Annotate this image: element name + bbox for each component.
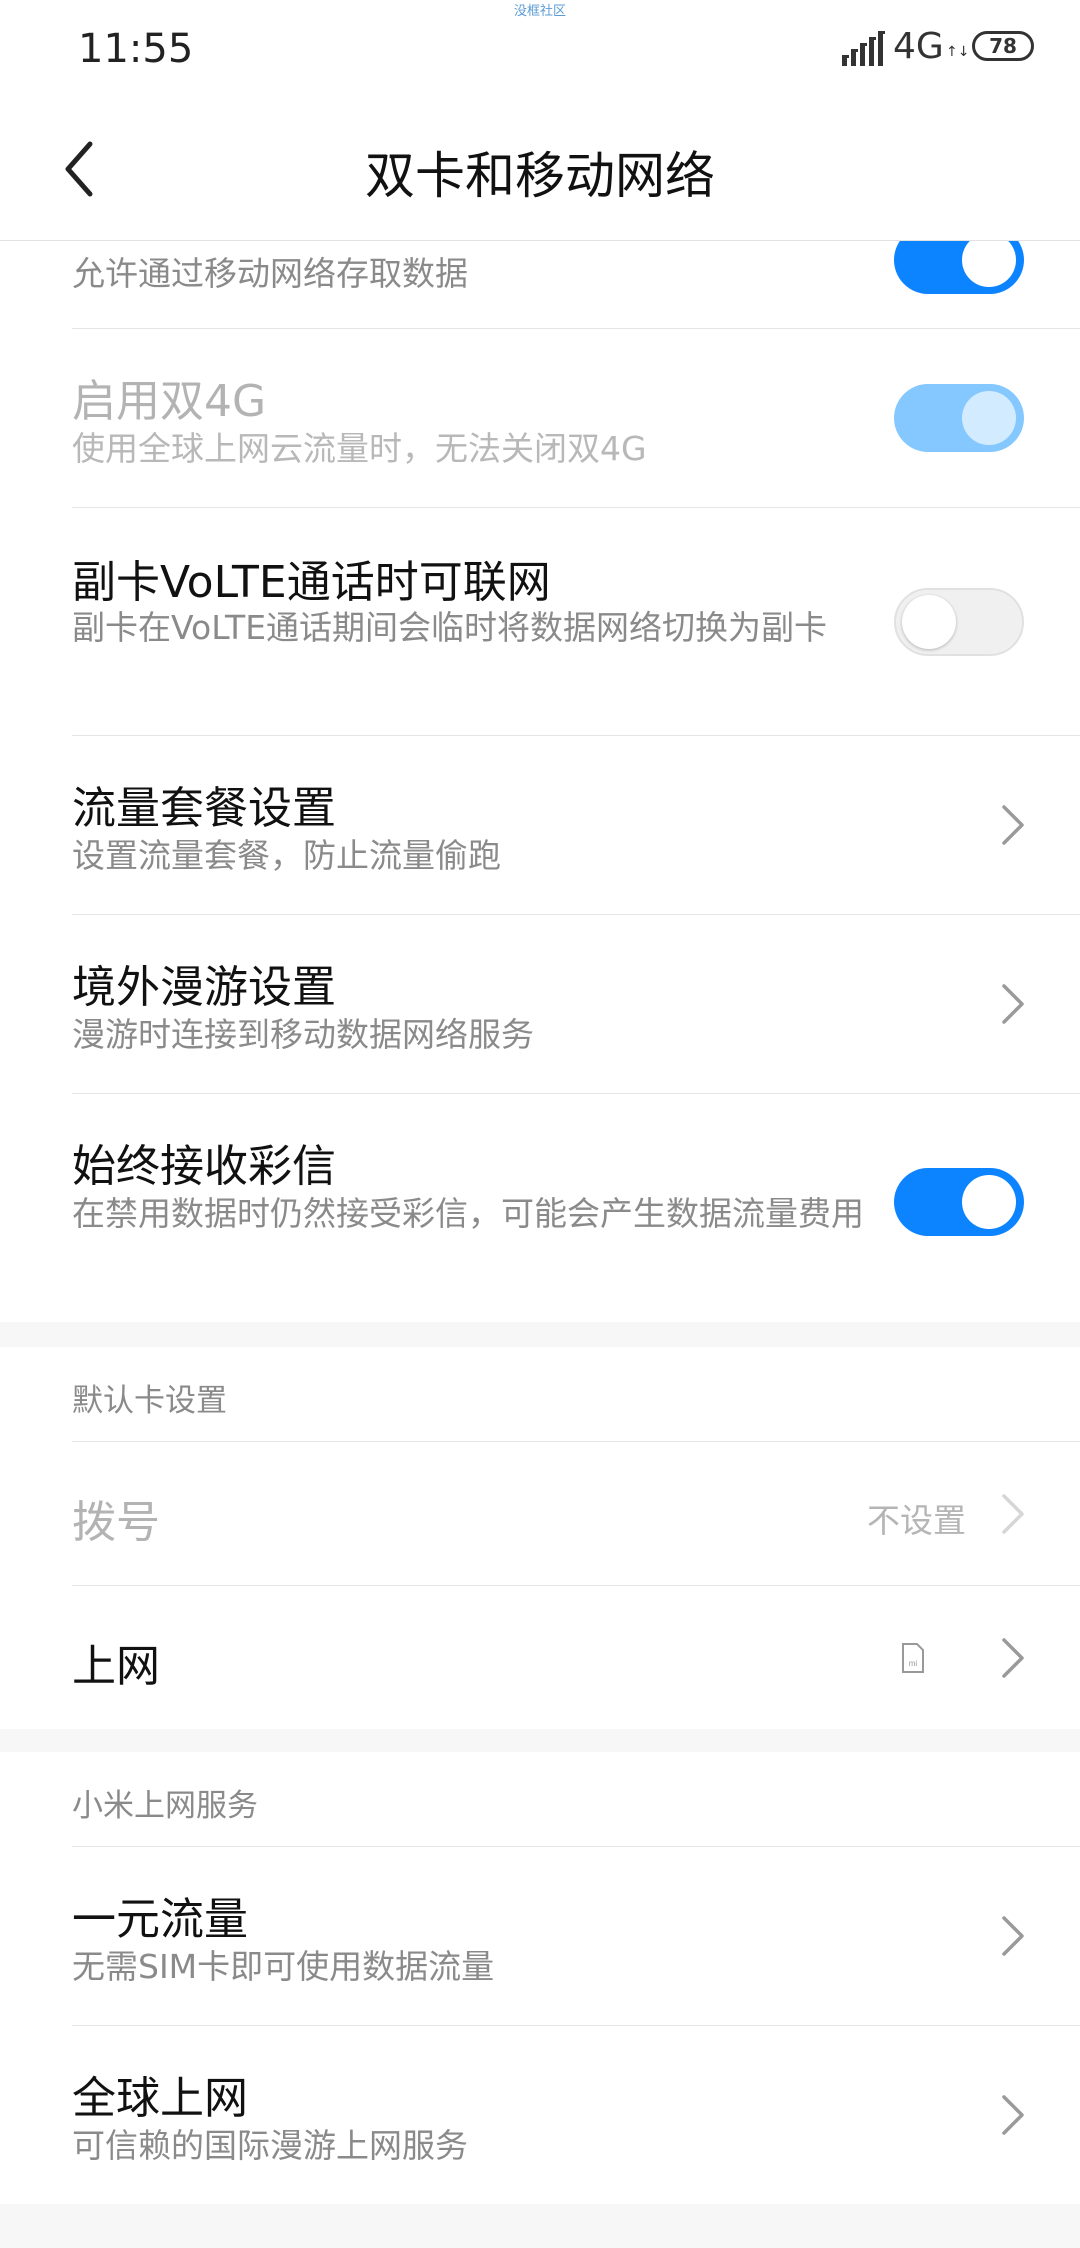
toggle-knob: [962, 391, 1016, 445]
page-title: 双卡和移动网络: [365, 147, 715, 205]
default-card-header: 默认卡设置: [72, 1383, 227, 1419]
mms-row[interactable]: 始终接收彩信 在禁用数据时仍然接受彩信，可能会产生数据流量费用: [0, 1094, 1080, 1322]
volte-data-title: 副卡VoLTE通话时可联网: [72, 557, 551, 608]
one-yuan-title: 一元流量: [72, 1894, 248, 1945]
toggle-knob: [962, 233, 1016, 287]
one-yuan-row[interactable]: 一元流量 无需SIM卡即可使用数据流量: [0, 1847, 1080, 2025]
chevron-right-icon: [1002, 1916, 1024, 1956]
toggle-knob: [902, 595, 956, 649]
chevron-right-icon: [1002, 984, 1024, 1024]
data-settings-section: 允许通过移动网络存取数据 启用双4G 使用全球上网云流量时，无法关闭双4G 副卡…: [0, 226, 1080, 1322]
data-plan-title: 流量套餐设置: [72, 783, 336, 834]
chevron-right-icon: [1002, 805, 1024, 845]
data-activity-icon: ↑↓: [946, 44, 970, 60]
chevron-right-icon: [1002, 1638, 1024, 1678]
battery-level: 78: [989, 34, 1017, 58]
global-title: 全球上网: [72, 2073, 248, 2124]
volte-data-row[interactable]: 副卡VoLTE通话时可联网 副卡在VoLTE通话期间会临时将数据网络切换为副卡: [0, 508, 1080, 735]
svg-text:mi: mi: [909, 1659, 918, 1668]
dual-4g-toggle[interactable]: [894, 384, 1024, 452]
dial-title: 拨号: [72, 1497, 160, 1548]
global-row[interactable]: 全球上网 可信赖的国际漫游上网服务: [0, 2026, 1080, 2204]
status-bar: 没框社区 11:55 4G ↑↓ 78: [0, 0, 1080, 100]
mms-title: 始终接收彩信: [72, 1141, 336, 1192]
mms-subtitle: 在禁用数据时仍然接受彩信，可能会产生数据流量费用: [72, 1194, 864, 1233]
default-card-section: 默认卡设置 拨号 不设置 上网 mi: [0, 1347, 1080, 1729]
watermark-text: 没框社区: [514, 4, 567, 19]
mi-services-section: 小米上网服务 一元流量 无需SIM卡即可使用数据流量 全球上网 可信赖的国际漫游…: [0, 1752, 1080, 2204]
chevron-right-icon: [1002, 1494, 1024, 1534]
dual-4g-subtitle: 使用全球上网云流量时，无法关闭双4G: [72, 429, 647, 468]
data-plan-subtitle: 设置流量套餐，防止流量偷跑: [72, 836, 501, 875]
global-subtitle: 可信赖的国际漫游上网服务: [72, 2126, 468, 2165]
data-plan-row[interactable]: 流量套餐设置 设置流量套餐，防止流量偷跑: [0, 736, 1080, 914]
sim-card-icon: mi: [902, 1643, 924, 1673]
mi-services-header: 小米上网服务: [72, 1788, 258, 1824]
chevron-right-icon: [1002, 2095, 1024, 2135]
network-type: 4G: [893, 26, 944, 67]
dual-4g-title: 启用双4G: [72, 376, 267, 427]
dual-4g-row[interactable]: 启用双4G 使用全球上网云流量时，无法关闭双4G: [0, 329, 1080, 507]
toggle-knob: [962, 1175, 1016, 1229]
internet-row[interactable]: 上网 mi: [0, 1586, 1080, 1729]
mms-toggle[interactable]: [894, 1168, 1024, 1236]
internet-title: 上网: [72, 1641, 160, 1692]
status-time: 11:55: [78, 26, 194, 72]
title-bar: 双卡和移动网络: [0, 100, 1080, 241]
roaming-title: 境外漫游设置: [72, 962, 336, 1013]
mobile-data-subtitle: 允许通过移动网络存取数据: [72, 254, 468, 293]
volte-data-subtitle: 副卡在VoLTE通话期间会临时将数据网络切换为副卡: [72, 608, 828, 647]
roaming-subtitle: 漫游时连接到移动数据网络服务: [72, 1015, 534, 1054]
dial-row[interactable]: 拨号 不设置: [0, 1442, 1080, 1585]
dial-value: 不设置: [867, 1501, 966, 1540]
roaming-row[interactable]: 境外漫游设置 漫游时连接到移动数据网络服务: [0, 915, 1080, 1093]
volte-data-toggle[interactable]: [894, 588, 1024, 656]
battery-icon: 78: [972, 31, 1034, 61]
signal-icon: [842, 31, 884, 66]
one-yuan-subtitle: 无需SIM卡即可使用数据流量: [72, 1947, 495, 1986]
